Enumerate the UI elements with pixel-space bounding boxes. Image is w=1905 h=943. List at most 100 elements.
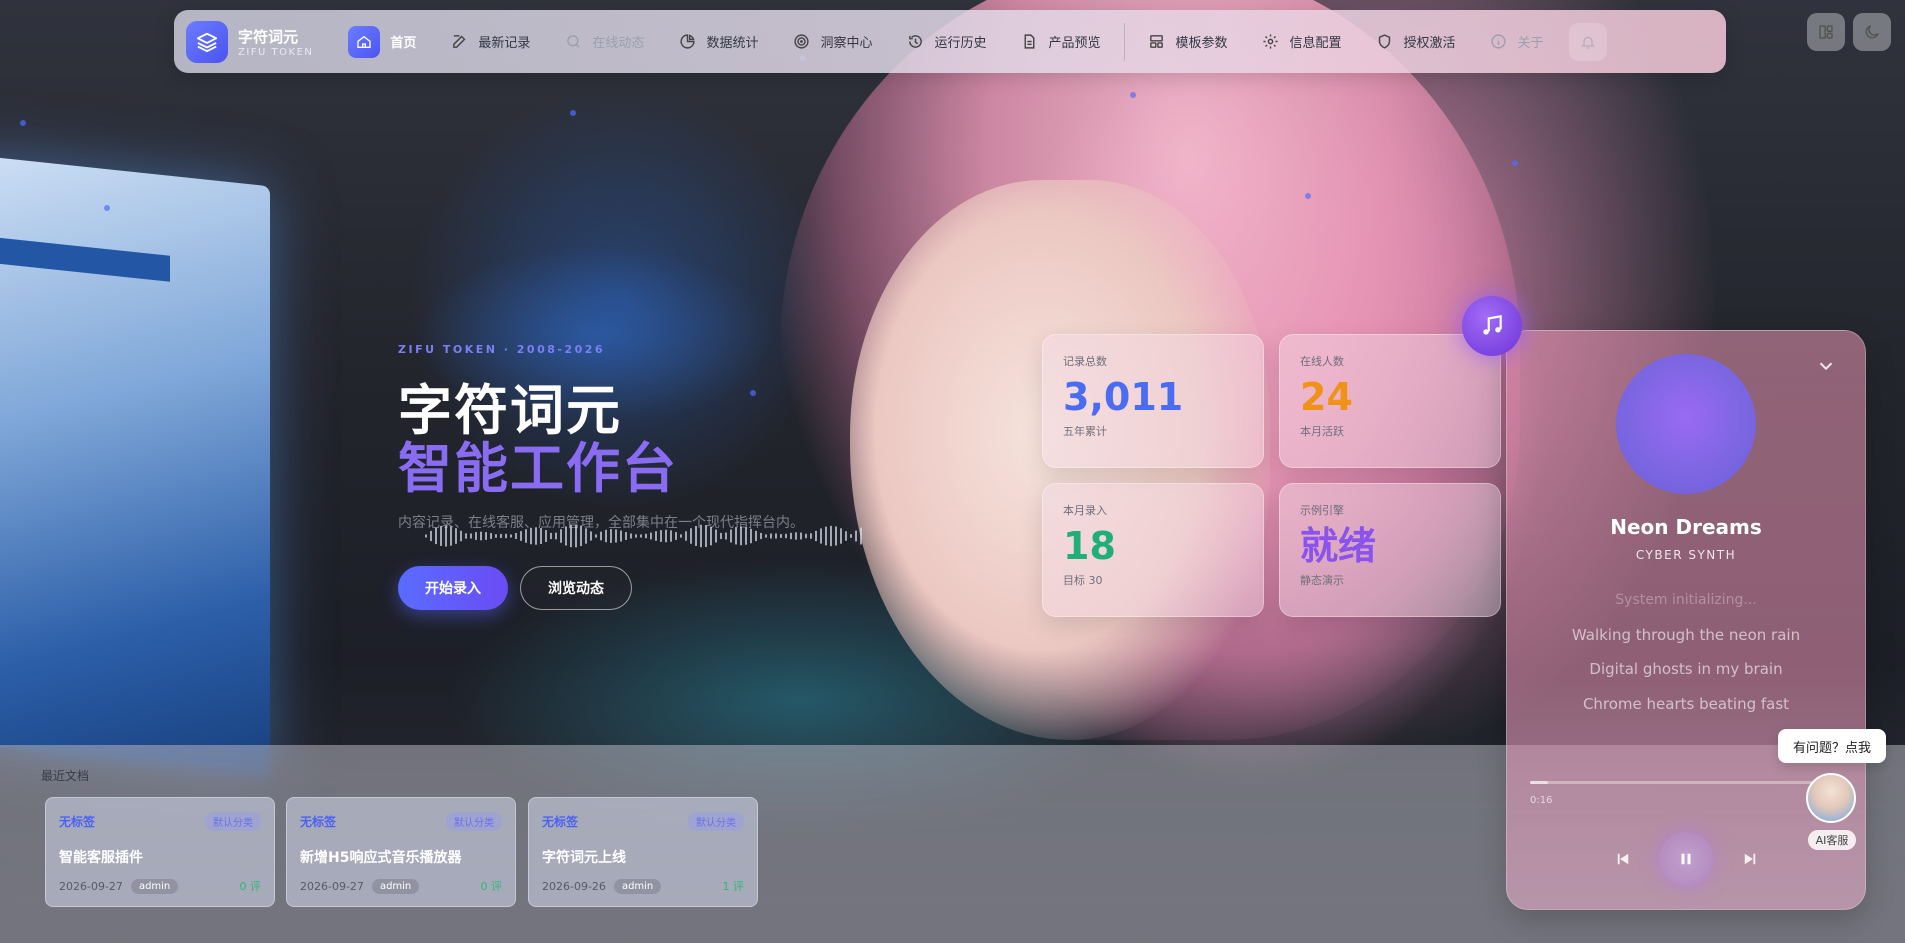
doc-author: admin: [613, 878, 662, 894]
history-icon: [906, 33, 924, 51]
waveform-bar: [595, 534, 597, 538]
nav-item-latest[interactable]: 最新记录: [433, 10, 547, 73]
waveform-bar: [695, 525, 697, 547]
song-artist: CYBER SYNTH: [1635, 548, 1737, 562]
hero-kicker: ZIFU TOKEN · 2008-2026: [398, 343, 606, 356]
waveform-bar: [445, 525, 447, 547]
waveform-bar: [625, 532, 627, 540]
waveform-bar: [490, 533, 492, 539]
playback-progress-fill: [1530, 781, 1548, 784]
stat-card-engine: 示例引擎 就绪 静态演示: [1279, 483, 1501, 617]
previous-track-button[interactable]: [1610, 846, 1636, 872]
waveform-bar: [550, 532, 552, 540]
home-icon: [348, 25, 381, 58]
waveform-bar: [475, 532, 477, 540]
nav-label: 运行历史: [934, 36, 987, 51]
waveform-bar: [480, 531, 482, 541]
music-note-icon: [1483, 314, 1502, 335]
stat-card-online: 在线人数 24 本月活跃: [1279, 334, 1501, 468]
waveform-bar: [450, 526, 452, 546]
doc-comments: 0 评: [239, 880, 262, 893]
recent-docs-title: 最近文档: [41, 769, 90, 783]
waveform-bar: [860, 527, 862, 545]
nav-item-history[interactable]: 运行历史: [889, 10, 1003, 73]
nav-item-home[interactable]: 首页: [331, 10, 433, 73]
collapse-player-chevron-down-icon[interactable]: [1815, 355, 1837, 377]
nav-label: 数据统计: [706, 36, 759, 51]
doc-tag: 无标签: [542, 815, 579, 829]
help-tooltip[interactable]: 有问题？点我: [1778, 729, 1886, 763]
skip-back-icon: [1617, 853, 1629, 865]
waveform-bar: [755, 530, 757, 542]
nav-item-about[interactable]: 关于: [1473, 10, 1561, 73]
nav-item-license[interactable]: 授权激活: [1359, 10, 1473, 73]
particle: [104, 205, 110, 211]
info-icon: [1490, 33, 1508, 51]
nav-item-insight[interactable]: 洞察中心: [775, 10, 889, 73]
waveform-bar: [540, 528, 542, 544]
layout-icon: [1148, 33, 1166, 51]
stat-subtext: 静态演示: [1300, 574, 1344, 587]
nav-label: 授权激活: [1403, 36, 1456, 51]
nav-item-config[interactable]: 信息配置: [1245, 10, 1359, 73]
waveform-bar: [750, 528, 752, 544]
next-track-button[interactable]: [1737, 846, 1763, 872]
waveform-bar: [775, 533, 777, 539]
play-pause-button[interactable]: [1659, 832, 1713, 886]
ai-support-avatar[interactable]: [1806, 773, 1856, 823]
layout-panels-icon: [1819, 25, 1833, 39]
search-icon: [564, 33, 582, 51]
waveform-bar: [850, 534, 852, 538]
waveform-bar: [730, 529, 732, 543]
stat-card-monthly: 本月录入 18 目标 30: [1042, 483, 1264, 617]
waveform-bar: [715, 529, 717, 543]
brand[interactable]: 字符词元 ZIFU TOKEN: [186, 20, 313, 63]
doc-author: admin: [130, 878, 179, 894]
lyric-line: Walking through the neon rain: [1571, 626, 1801, 644]
start-entry-button[interactable]: 开始录入: [398, 566, 508, 610]
waveform-bar: [530, 527, 532, 545]
edit-icon: [450, 33, 468, 51]
nav-item-online[interactable]: 在线动态: [547, 10, 661, 73]
nav-label: 产品预览: [1048, 36, 1101, 51]
waveform-bar: [650, 532, 652, 540]
notification-bell-button[interactable]: [1568, 22, 1607, 61]
layout-toggle-button[interactable]: [1807, 13, 1845, 51]
skip-forward-icon: [1744, 853, 1756, 865]
music-toggle-button[interactable]: [1462, 296, 1522, 356]
playback-progress-bar[interactable]: [1530, 781, 1830, 784]
nav-item-stats[interactable]: 数据统计: [661, 10, 775, 73]
waveform-bar: [460, 530, 462, 542]
doc-title: 智能客服插件: [59, 850, 143, 866]
doc-card[interactable]: 无标签 默认分类 新增H5响应式音乐播放器 2026-09-27 admin 0…: [286, 797, 516, 907]
waveform-bar: [580, 525, 582, 547]
waveform-bar: [840, 528, 842, 544]
browse-activity-button[interactable]: 浏览动态: [520, 566, 632, 610]
lyric-line: Digital ghosts in my brain: [1589, 660, 1783, 678]
waveform-bar: [425, 534, 427, 538]
doc-card[interactable]: 无标签 默认分类 智能客服插件 2026-09-27 admin 0 评: [45, 797, 275, 907]
stat-value: 24: [1300, 375, 1353, 419]
theme-toggle-button[interactable]: [1853, 13, 1891, 51]
document-icon: [1020, 33, 1038, 51]
waveform-bar: [515, 533, 517, 539]
waveform-bar: [815, 530, 817, 542]
waveform-bar: [525, 529, 527, 543]
doc-card[interactable]: 无标签 默认分类 字符词元上线 2026-09-26 admin 1 评: [528, 797, 758, 907]
nav-label: 最新记录: [478, 36, 531, 51]
stat-label: 示例引擎: [1300, 504, 1344, 517]
waveform-bar: [835, 526, 837, 546]
waveform-bar: [485, 532, 487, 540]
nav-item-template[interactable]: 模板参数: [1131, 10, 1245, 73]
waveform-bar: [435, 527, 437, 545]
waveform-bar: [495, 534, 497, 538]
waveform-bar: [825, 526, 827, 546]
waveform-bar: [615, 529, 617, 543]
nav-item-preview[interactable]: 产品预览: [1003, 10, 1117, 73]
gear-icon: [1262, 33, 1280, 51]
waveform-bar: [745, 527, 747, 545]
waveform-bar: [760, 532, 762, 540]
ai-support-label[interactable]: AI客服: [1808, 830, 1856, 850]
stat-value: 3,011: [1063, 375, 1184, 419]
particle: [1305, 193, 1311, 199]
